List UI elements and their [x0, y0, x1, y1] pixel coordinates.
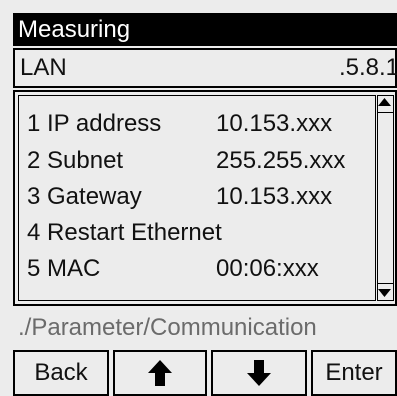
- list-item-mac[interactable]: 5 MAC 00:06:xxx: [27, 255, 319, 283]
- item-value: 00:06:xxx: [216, 255, 319, 282]
- up-button[interactable]: [113, 350, 207, 396]
- scroll-down-icon[interactable]: [377, 283, 394, 301]
- item-label: 5 MAC: [27, 255, 101, 282]
- section-name: LAN: [20, 54, 67, 81]
- item-label: 4 Restart Ethernet: [27, 219, 222, 246]
- enter-button[interactable]: Enter: [311, 350, 397, 396]
- breadcrumb-path: ./Parameter/Communication: [18, 314, 317, 341]
- item-value: 10.153.xxx: [216, 183, 333, 210]
- item-label: 1 IP address: [27, 110, 162, 137]
- title-bar: Measuring: [13, 13, 397, 46]
- item-label: 3 Gateway: [27, 183, 142, 210]
- down-button[interactable]: [211, 350, 307, 396]
- item-label: 2 Subnet: [27, 147, 124, 174]
- list-item-subnet[interactable]: 2 Subnet 255.255.xxx: [27, 147, 345, 175]
- parameter-list: 1 IP address 10.153.xxx 2 Subnet 255.255…: [13, 90, 397, 306]
- list-item-restart-ethernet[interactable]: 4 Restart Ethernet: [27, 219, 222, 247]
- back-button[interactable]: Back: [13, 350, 109, 396]
- breadcrumb: ./Parameter/Communication: [13, 308, 397, 348]
- list-item-gateway[interactable]: 3 Gateway 10.153.xxx: [27, 183, 332, 211]
- section-header: LAN .5.8.1: [13, 48, 397, 88]
- item-value: 10.153.xxx: [216, 110, 333, 137]
- scrollbar[interactable]: [377, 95, 394, 301]
- device-display: Measuring LAN .5.8.1 1 IP address 10.153…: [0, 0, 397, 396]
- page-title: Measuring: [18, 16, 131, 43]
- section-code: .5.8.1: [338, 54, 397, 81]
- scroll-up-icon[interactable]: [377, 95, 394, 113]
- list-item-ip-address[interactable]: 1 IP address 10.153.xxx: [27, 110, 332, 138]
- arrow-down-icon: [247, 360, 271, 386]
- list-area: 1 IP address 10.153.xxx 2 Subnet 255.255…: [18, 95, 376, 301]
- enter-button-label: Enter: [325, 359, 383, 386]
- back-button-label: Back: [34, 359, 88, 386]
- item-value: 255.255.xxx: [216, 147, 346, 174]
- arrow-up-icon: [148, 360, 172, 386]
